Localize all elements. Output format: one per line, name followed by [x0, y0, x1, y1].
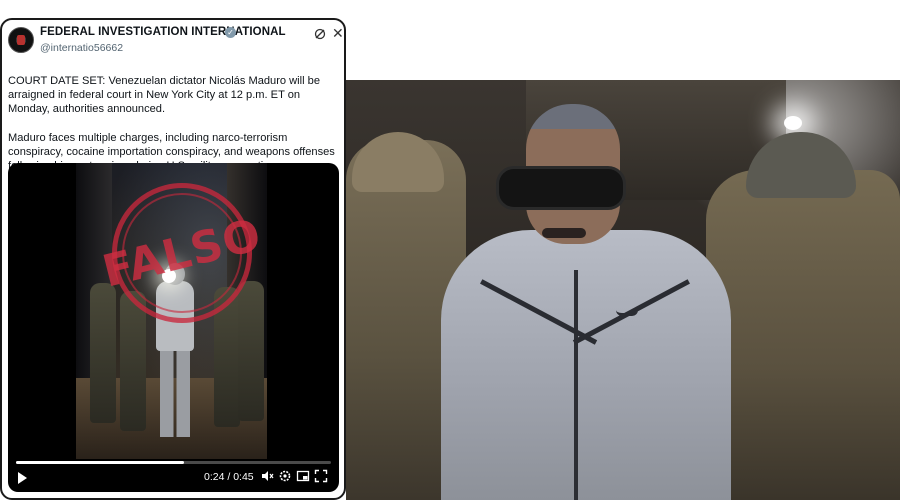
account-avatar[interactable]: [8, 27, 34, 53]
play-icon[interactable]: [18, 472, 27, 484]
fullscreen-icon[interactable]: [314, 469, 328, 483]
grok-icon[interactable]: [314, 28, 326, 40]
tweet-header: FEDERAL INVESTIGATION INTERNATIONAL ✓ @i…: [8, 25, 344, 59]
account-name[interactable]: FEDERAL INVESTIGATION INTERNATIONAL: [40, 26, 286, 38]
time-display: 0:24 / 0:45: [204, 471, 254, 483]
close-icon[interactable]: ✕: [332, 25, 344, 41]
picture-in-picture-icon[interactable]: [296, 469, 310, 483]
verified-badge-icon: ✓: [225, 27, 236, 38]
news-photo: [346, 80, 900, 500]
detained-man: [441, 230, 731, 500]
video-frame[interactable]: FALSO: [76, 163, 267, 459]
falso-stamp-text: FALSO: [97, 208, 267, 298]
tweet-card: FEDERAL INVESTIGATION INTERNATIONAL ✓ @i…: [0, 18, 346, 500]
progress-bar[interactable]: [16, 461, 331, 464]
volume-icon[interactable]: [260, 469, 274, 483]
soldier-right: [706, 170, 900, 500]
account-handle[interactable]: @internatio56662: [40, 42, 123, 54]
progress-fill: [16, 461, 184, 464]
settings-gear-icon[interactable]: [278, 469, 292, 483]
video-controls: 0:24 / 0:45: [8, 459, 339, 492]
tweet-paragraph: COURT DATE SET: Venezuelan dictator Nico…: [8, 75, 320, 116]
video-player[interactable]: FALSO 0:24 / 0:45: [8, 163, 339, 492]
blackout-goggles: [496, 166, 626, 210]
